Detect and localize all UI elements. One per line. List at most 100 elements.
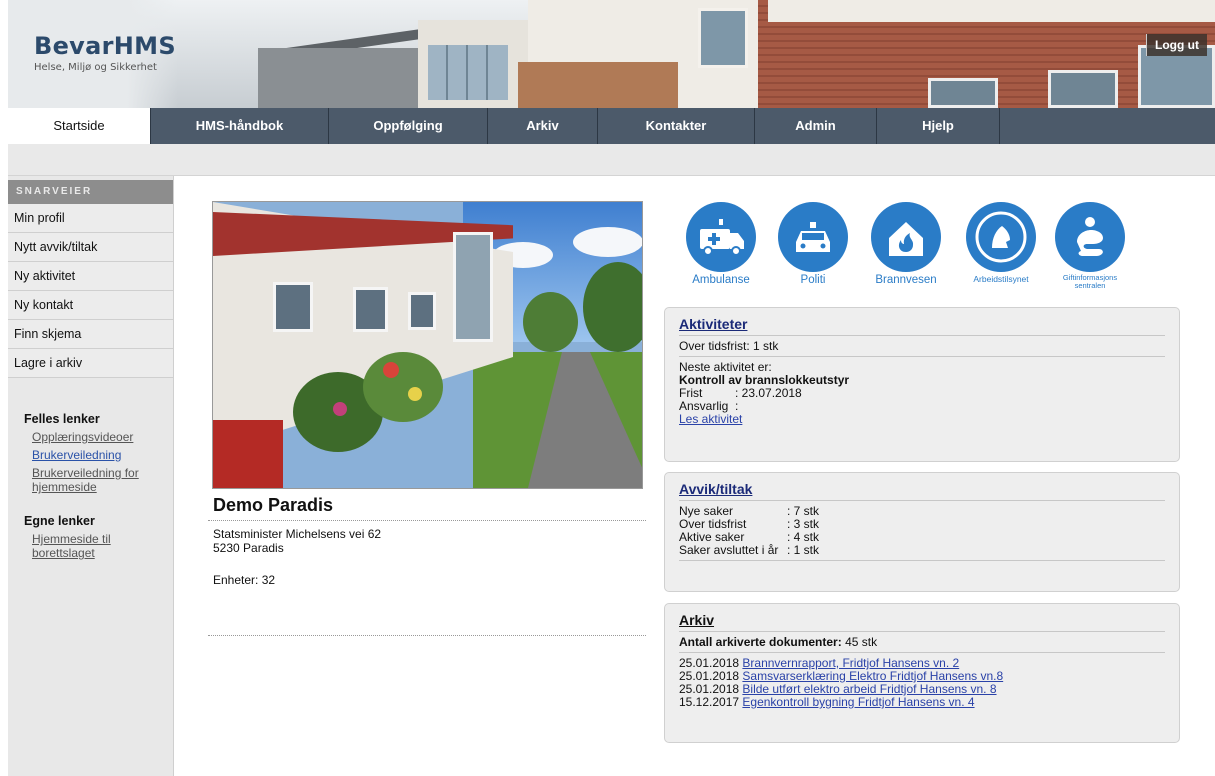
photo-window <box>408 292 436 330</box>
divider <box>679 652 1165 653</box>
sidebar: SNARVEIER Min profil Nytt avvik/tiltak N… <box>8 176 174 776</box>
sidebar-item-min-profil[interactable]: Min profil <box>8 204 173 233</box>
sidebar-item-ny-kontakt[interactable]: Ny kontakt <box>8 291 173 320</box>
activities-panel: Aktiviteter Over tidsfrist: 1 stk Neste … <box>664 307 1180 462</box>
shared-link-brukerveiledning-hjemmeside[interactable]: Brukerveiledning for hjemmeside <box>32 466 152 494</box>
property-units: Enheter: 32 <box>213 573 276 587</box>
banner-building-window <box>928 78 998 108</box>
banner-building-roof <box>768 0 1215 22</box>
sidebar-item-nytt-avvik[interactable]: Nytt avvik/tiltak <box>8 233 173 262</box>
address-line: Statsminister Michelsens vei 62 <box>213 527 382 541</box>
banner-building-window <box>428 45 508 100</box>
divider <box>208 520 646 521</box>
photo-tree <box>523 292 578 352</box>
doc-link[interactable]: Bilde utført elektro arbeid Fridtjof Han… <box>742 682 996 696</box>
police-link[interactable]: Politi <box>778 202 848 286</box>
archive-panel: Arkiv Antall arkiverte dokumenter: 45 st… <box>664 603 1180 743</box>
divider <box>679 335 1165 336</box>
deviations-panel: Avvik/tiltak Nye saker: 7 stk Over tidsf… <box>664 472 1180 592</box>
deviations-title[interactable]: Avvik/tiltak <box>679 482 752 496</box>
fire-house-icon <box>871 202 941 272</box>
shared-link-brukerveiledning[interactable]: Brukerveiledning <box>32 448 173 462</box>
sub-toolbar <box>8 144 1215 176</box>
deviation-row: Saker avsluttet i år : 1 stk <box>679 544 1165 557</box>
deviation-row: Over tidsfrist: 3 stk <box>679 518 1165 531</box>
doc-link[interactable]: Brannvernrapport, Fridtjof Hansens vn. 2 <box>742 656 959 670</box>
nav-tab-kontakter[interactable]: Kontakter <box>598 108 755 144</box>
own-links-title: Egne lenker <box>24 514 95 528</box>
deviation-row: Nye saker: 7 stk <box>679 505 1165 518</box>
property-address: Statsminister Michelsens vei 62 5230 Par… <box>213 527 381 555</box>
ambulance-icon <box>686 202 756 272</box>
divider <box>208 635 646 636</box>
deadline-row: Frist : 23.07.2018 <box>679 387 1165 400</box>
shared-link-opplaeringsvideoer[interactable]: Opplæringsvideoer <box>32 430 173 444</box>
doc-date: 15.12.2017 <box>679 695 740 709</box>
header-banner: BevarHMS Helse, Miljø og Sikkerhet Logg … <box>8 0 1215 108</box>
sidebar-item-lagre-i-arkiv[interactable]: Lagre i arkiv <box>8 349 173 378</box>
banner-building-balcony <box>518 62 678 108</box>
deviation-key: Saker avsluttet i år <box>679 543 779 557</box>
labour-inspection-label: Arbeidstilsynet <box>973 274 1029 284</box>
photo-bench <box>213 420 283 488</box>
banner-building <box>258 48 418 108</box>
lion-emblem-icon <box>966 202 1036 272</box>
photo-window <box>273 282 313 332</box>
read-activity-link[interactable]: Les aktivitet <box>679 412 742 426</box>
archive-count: Antall arkiverte dokumenter: 45 stk <box>679 636 1165 649</box>
shared-links-title: Felles lenker <box>24 412 100 426</box>
banner-building-window <box>1048 70 1118 108</box>
sidebar-header: SNARVEIER <box>8 180 173 204</box>
logo-subtitle: Helse, Miljø og Sikkerhet <box>34 62 157 73</box>
archive-count-value: 45 stk <box>845 635 878 649</box>
fire-dept-link[interactable]: Brannvesen <box>866 202 946 286</box>
address-line: 5230 Paradis <box>213 541 284 555</box>
responsible-row: Ansvarlig : <box>679 400 1165 413</box>
police-label: Politi <box>800 274 826 286</box>
photo-shrub <box>363 352 443 422</box>
own-link-hjemmeside[interactable]: Hjemmeside til borettslaget <box>32 532 132 560</box>
nav-tab-startside[interactable]: Startside <box>8 108 151 144</box>
police-car-icon <box>778 202 848 272</box>
photo-window <box>453 232 493 342</box>
ambulance-link[interactable]: Ambulanse <box>683 202 759 286</box>
divider <box>679 631 1165 632</box>
archive-count-label: Antall arkiverte dokumenter: <box>679 635 842 649</box>
deviation-value: : 1 stk <box>787 543 820 557</box>
nav-tab-oppfolging[interactable]: Oppfølging <box>329 108 488 144</box>
archive-title[interactable]: Arkiv <box>679 613 714 627</box>
divider <box>679 356 1165 357</box>
fire-dept-label: Brannvesen <box>875 274 937 286</box>
nav-tab-hms-handbok[interactable]: HMS-håndbok <box>151 108 329 144</box>
activities-overdue: Over tidsfrist: 1 stk <box>679 339 779 353</box>
doc-link[interactable]: Samsvarserklæring Elektro Fridtjof Hanse… <box>742 669 1003 683</box>
property-photo <box>212 201 643 489</box>
property-name: Demo Paradis <box>213 495 334 515</box>
nav-tab-hjelp[interactable]: Hjelp <box>877 108 1000 144</box>
doc-link[interactable]: Egenkontroll bygning Fridtjof Hansens vn… <box>742 695 974 709</box>
poison-info-label: Giftinformasjons sentralen <box>1062 273 1118 290</box>
doc-date: 25.01.2018 <box>679 669 740 683</box>
deadline-value: : 23.07.2018 <box>735 386 802 400</box>
logout-button[interactable]: Logg ut <box>1146 34 1207 56</box>
ambulance-label: Ambulanse <box>692 274 750 286</box>
sidebar-item-ny-aktivitet[interactable]: Ny aktivitet <box>8 262 173 291</box>
logo[interactable]: BevarHMS Helse, Miljø og Sikkerhet <box>8 0 178 108</box>
photo-flower <box>408 387 422 401</box>
poison-info-link[interactable]: Giftinformasjons sentralen <box>1055 202 1125 290</box>
doc-date: 25.01.2018 <box>679 682 740 696</box>
doc-date: 25.01.2018 <box>679 656 740 670</box>
main-nav: Startside HMS-håndbok Oppfølging Arkiv K… <box>8 108 1215 144</box>
photo-flower <box>333 402 347 416</box>
nav-tab-arkiv[interactable]: Arkiv <box>488 108 598 144</box>
divider <box>679 500 1165 501</box>
activities-title[interactable]: Aktiviteter <box>679 317 747 331</box>
poison-info-icon <box>1055 202 1125 272</box>
banner-building-window <box>698 8 748 68</box>
labour-inspection-link[interactable]: Arbeidstilsynet <box>960 202 1042 284</box>
sidebar-item-finn-skjema[interactable]: Finn skjema <box>8 320 173 349</box>
divider <box>679 560 1165 561</box>
nav-tab-admin[interactable]: Admin <box>755 108 877 144</box>
photo-flower <box>383 362 399 378</box>
logo-title: BevarHMS <box>34 32 176 60</box>
